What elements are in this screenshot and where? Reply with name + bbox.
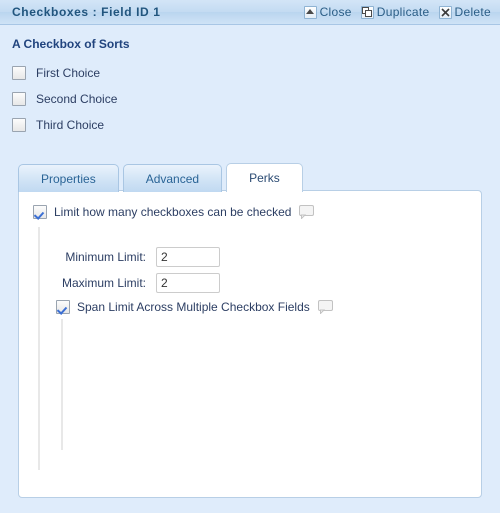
minimum-limit-input[interactable] [156,247,220,267]
tab-advanced[interactable]: Advanced [122,164,223,192]
close-button[interactable]: Close [303,5,352,19]
perks-tab-panel: Limit how many checkboxes can be checked… [18,190,482,498]
tab-perks-label: Perks [249,171,280,185]
limit-option-row[interactable]: Limit how many checkboxes can be checked [33,205,315,219]
minimum-limit-row: Minimum Limit: [41,247,220,267]
choice-label: Third Choice [36,118,105,132]
minimum-limit-label: Minimum Limit: [65,250,146,264]
collapse-up-icon [303,5,317,19]
close-button-label: Close [319,5,352,19]
choice-row[interactable]: Third Choice [12,112,117,138]
choice-label: Second Choice [36,92,118,106]
field-preview-label: A Checkbox of Sorts [12,37,130,51]
tooltip-bubble-icon[interactable] [299,205,315,219]
maximum-limit-input[interactable] [156,273,220,293]
span-limit-option-label: Span Limit Across Multiple Checkbox Fiel… [77,300,310,314]
tab-properties-label: Properties [41,171,96,186]
delete-button[interactable]: Delete [438,5,492,19]
header-actions: Close Duplicate Delete [303,5,492,19]
maximum-limit-label: Maximum Limit: [61,276,146,290]
maximum-limit-row: Maximum Limit: [41,273,220,293]
tab-properties[interactable]: Properties [18,164,119,192]
choice-label: First Choice [36,66,101,80]
field-editor-panel: Checkboxes : Field ID 1 Close Duplicate [0,0,500,513]
tooltip-bubble-icon[interactable] [317,300,333,314]
span-limit-checkbox[interactable] [56,300,70,314]
indent-guide-inner [61,319,63,450]
choice-checkbox[interactable] [12,92,26,106]
tab-perks[interactable]: Perks [226,163,303,193]
tab-bar: Properties Advanced Perks [18,163,307,193]
limit-option-label: Limit how many checkboxes can be checked [54,205,292,219]
tab-advanced-label: Advanced [145,171,200,186]
indent-guide-outer [38,227,40,470]
choice-row[interactable]: Second Choice [12,86,117,112]
choice-checkbox[interactable] [12,118,26,132]
duplicate-button-label: Duplicate [376,5,430,19]
choice-list: First Choice Second Choice Third Choice [12,60,117,138]
limit-checkbox[interactable] [33,205,47,219]
close-x-icon [438,5,452,19]
delete-button-label: Delete [454,5,491,19]
field-header: Checkboxes : Field ID 1 Close Duplicate [0,0,500,25]
choice-row[interactable]: First Choice [12,60,117,86]
span-limit-option-row[interactable]: Span Limit Across Multiple Checkbox Fiel… [56,300,333,314]
page-title: Checkboxes : Field ID 1 [12,5,161,19]
choice-checkbox[interactable] [12,66,26,80]
duplicate-button[interactable]: Duplicate [360,5,430,19]
duplicate-icon [360,5,374,19]
